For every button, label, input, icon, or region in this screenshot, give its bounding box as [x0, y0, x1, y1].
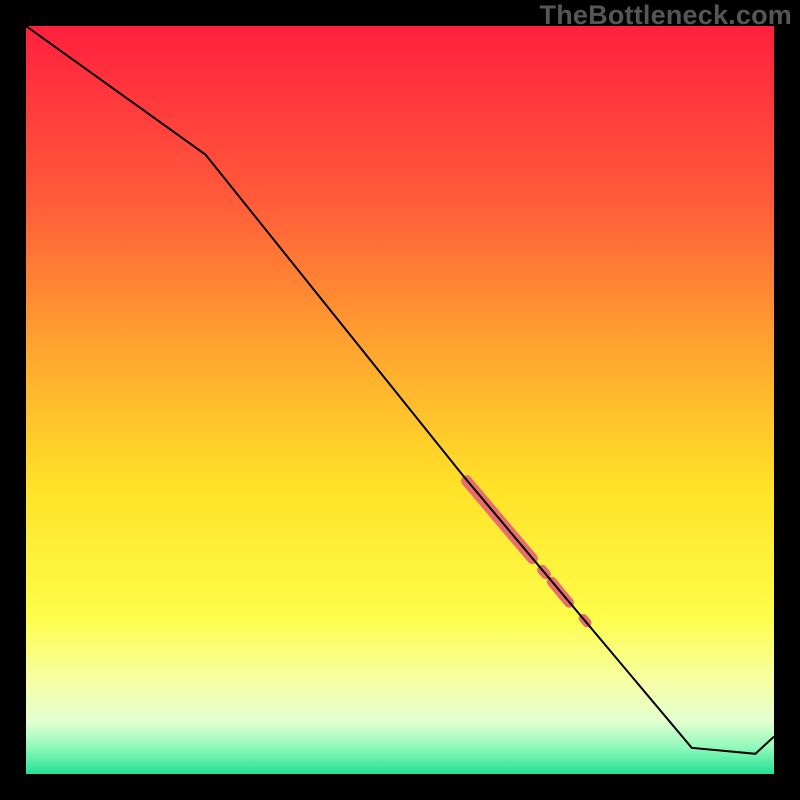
chart-svg	[26, 26, 774, 774]
chart-plot-area	[26, 26, 774, 774]
chart-background	[26, 26, 774, 774]
watermark-text: TheBottleneck.com	[540, 0, 792, 31]
